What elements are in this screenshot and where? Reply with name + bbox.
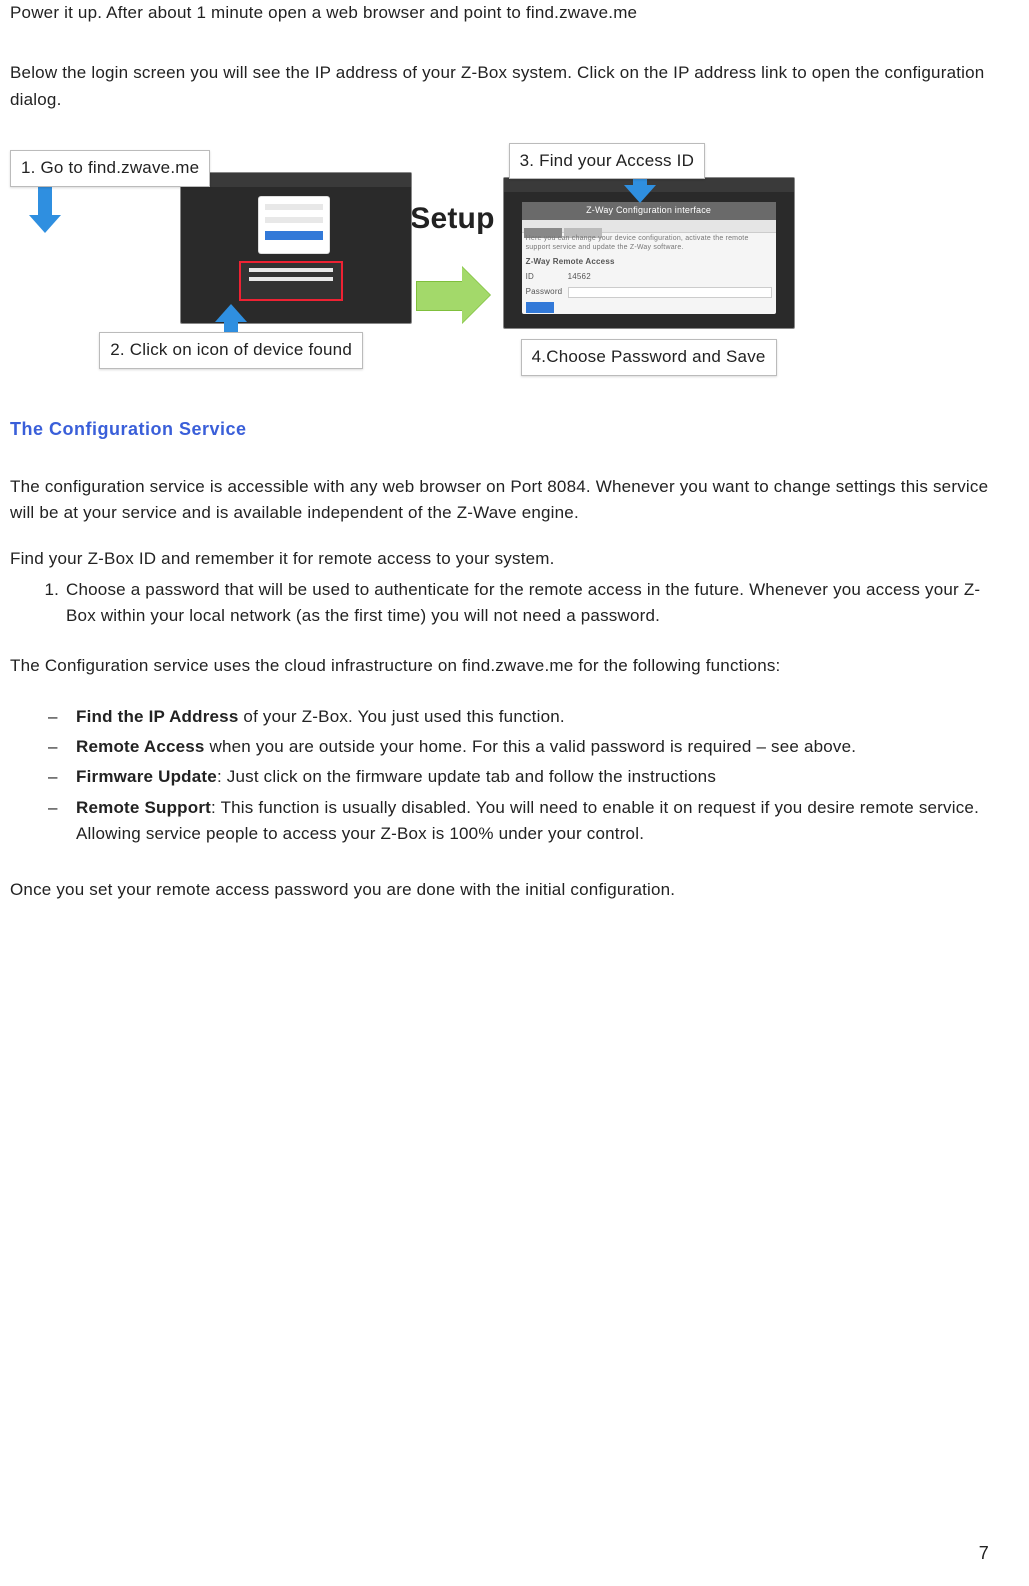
feature-list: Find the IP Address of your Z-Box. You j… bbox=[48, 704, 989, 848]
setup-diagram: 1. Go to find.zwave.me 2. Click on icon … bbox=[10, 143, 989, 376]
list-item: Choose a password that will be used to a… bbox=[64, 577, 989, 630]
config-paragraph-3: The Configuration service uses the cloud… bbox=[10, 653, 989, 679]
config-paragraph-2: Find your Z-Box ID and remember it for r… bbox=[10, 546, 989, 572]
device-found-highlight bbox=[239, 261, 343, 301]
arrow-right-icon bbox=[416, 267, 492, 323]
caption-step-2: 2. Click on icon of device found bbox=[99, 332, 363, 368]
list-item: Remote Access when you are outside your … bbox=[48, 734, 989, 760]
login-card-mock bbox=[259, 197, 329, 253]
page-number: 7 bbox=[979, 1540, 989, 1568]
intro-paragraph-1: Power it up. After about 1 minute open a… bbox=[10, 0, 989, 26]
list-item: Remote Support: This function is usually… bbox=[48, 795, 989, 848]
list-item: Find the IP Address of your Z-Box. You j… bbox=[48, 704, 989, 730]
intro-paragraph-2: Below the login screen you will see the … bbox=[10, 60, 989, 113]
setup-panel-left: 1. Go to find.zwave.me 2. Click on icon … bbox=[10, 150, 412, 368]
config-dialog-mock: Z-Way Configuration interface Here you c… bbox=[522, 202, 776, 314]
config-paragraph-4: Once you set your remote access password… bbox=[10, 877, 989, 903]
caption-step-4: 4.Choose Password and Save bbox=[521, 339, 777, 375]
config-paragraph-1: The configuration service is accessible … bbox=[10, 474, 989, 527]
setup-panel-right: 3. Find your Access ID Z-Way Configurati… bbox=[503, 143, 795, 376]
list-item: Firmware Update: Just click on the firmw… bbox=[48, 764, 989, 790]
section-heading: The Configuration Service bbox=[10, 416, 989, 444]
caption-step-1: 1. Go to find.zwave.me bbox=[10, 150, 210, 186]
arrow-down-icon bbox=[28, 183, 62, 235]
setup-heading: Setup bbox=[410, 196, 494, 243]
numbered-list: Choose a password that will be used to a… bbox=[38, 577, 989, 630]
caption-step-3: 3. Find your Access ID bbox=[509, 143, 705, 179]
